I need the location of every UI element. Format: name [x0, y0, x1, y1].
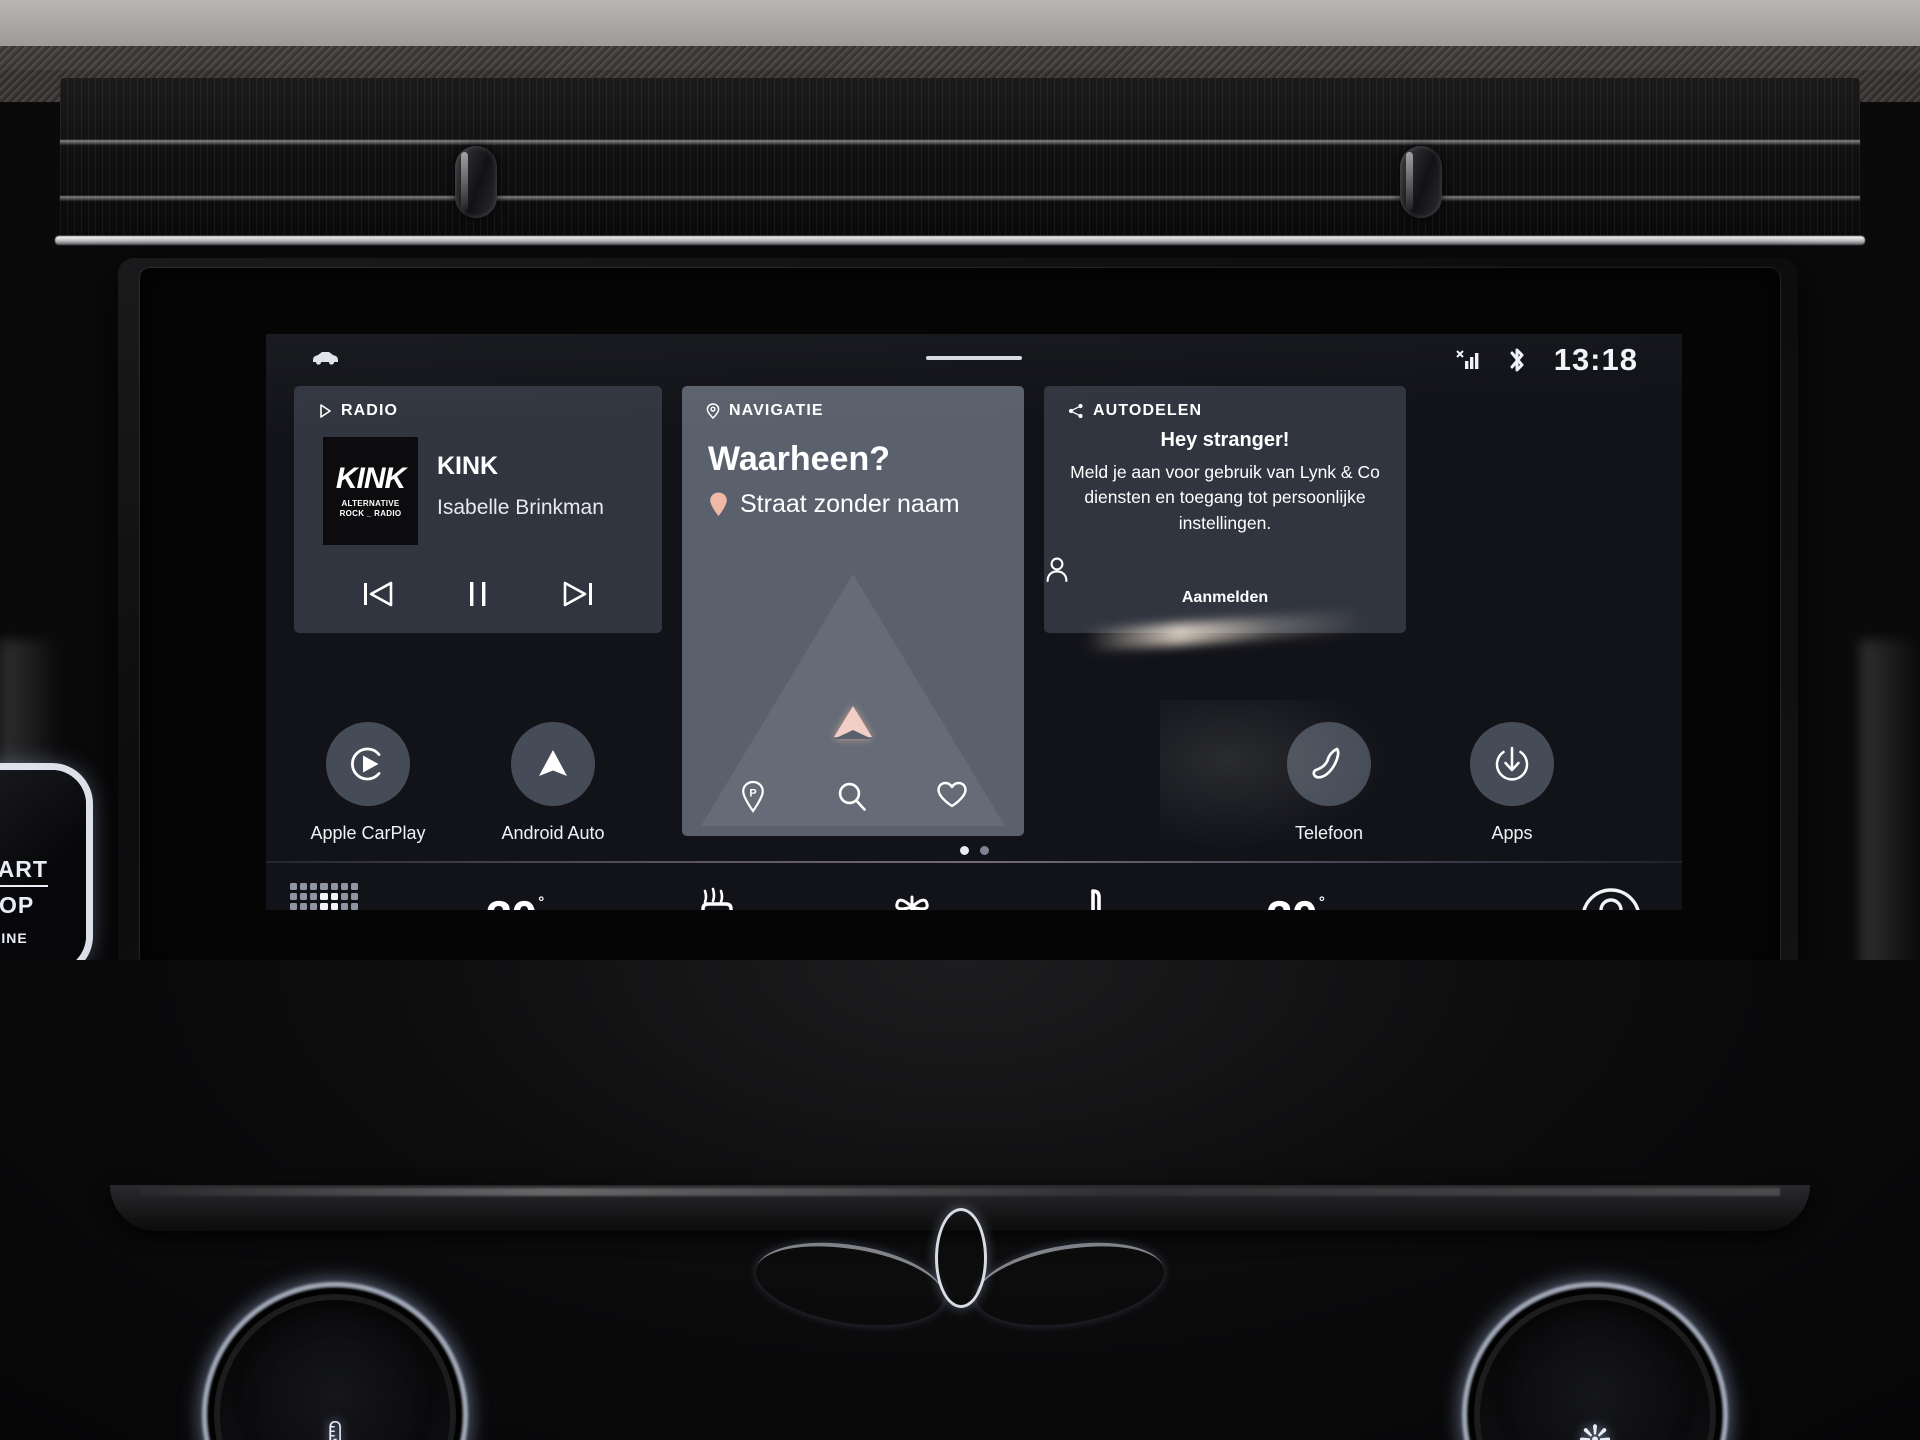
heated-seat-icon[interactable] — [687, 883, 747, 910]
fan-knob-right[interactable]: ❊ — [1480, 1300, 1710, 1440]
vent-bar-1 — [60, 140, 1860, 145]
person-icon — [1044, 556, 1406, 584]
vent-knob-left[interactable] — [455, 146, 497, 218]
android-auto-icon — [511, 722, 595, 806]
car-interior-scene: START STOP ENGINE — [0, 0, 1920, 1440]
album-art-subtitle-1: ALTERNATIVE — [341, 498, 400, 508]
search-icon[interactable] — [836, 780, 868, 814]
fan-blower-icon[interactable] — [879, 883, 945, 910]
carshare-card-header: AUTODELEN — [1068, 402, 1202, 420]
parking-pin-icon[interactable]: P — [738, 780, 768, 814]
status-indicators: 13:18 — [1454, 342, 1638, 378]
temperature-right-whole: 30 — [1267, 890, 1318, 911]
home-cards: RADIO KINK ALTERNATIVE ROCK _ RADIO KINK… — [266, 386, 1682, 836]
page-dot[interactable] — [979, 846, 989, 855]
vent-slats — [60, 78, 1860, 238]
radio-card[interactable]: RADIO KINK ALTERNATIVE ROCK _ RADIO KINK… — [294, 386, 662, 633]
status-bar: 13:18 — [266, 334, 1682, 384]
temperature-left-degree: ° — [538, 893, 544, 910]
carshare-card[interactable]: AUTODELEN Hey stranger! Meld je aan voor… — [1044, 386, 1406, 633]
navigation-title: Waarheen? — [708, 440, 891, 478]
album-art-subtitle-2: ROCK _ RADIO — [339, 508, 402, 518]
start-stop-engine-button[interactable]: START STOP ENGINE — [0, 770, 86, 970]
temperature-right-degree: ° — [1318, 893, 1325, 910]
carplay-icon — [326, 722, 410, 806]
center-emblem — [935, 1208, 987, 1308]
fan-icon: ❊ — [1480, 1418, 1710, 1440]
signal-bars-icon — [1454, 347, 1480, 373]
carshare-body: Meld je aan voor gebruik van Lynk & Co d… — [1070, 462, 1380, 533]
shortcut-telefoon[interactable]: Telefoon — [1254, 722, 1404, 844]
play-triangle-icon — [318, 404, 332, 418]
navigation-actions: P — [682, 780, 1024, 814]
shortcut-label: Telefoon — [1294, 823, 1364, 843]
shortcut-apps[interactable]: Apps — [1437, 722, 1587, 844]
app-grid-icon[interactable] — [290, 883, 358, 910]
temperature-left[interactable]: 30 ° .5 — [486, 890, 555, 911]
svg-text:P: P — [749, 788, 756, 800]
next-track-icon[interactable] — [561, 579, 595, 609]
carshare-headline: Hey stranger! — [1160, 429, 1290, 451]
infotainment-screen[interactable]: 13:18 RADIO KINK ALTERNATIVE ROCK _ RADI… — [266, 334, 1682, 910]
vent-knob-right[interactable] — [1400, 146, 1442, 218]
air-vent-assembly — [60, 78, 1860, 238]
climate-controls: 30 ° .5 — [486, 867, 1336, 910]
phone-icon — [1287, 722, 1371, 806]
climate-bar: 30 ° .5 — [266, 867, 1682, 910]
carshare-card-header-label: AUTODELEN — [1093, 402, 1203, 419]
stop-label: STOP — [0, 892, 35, 918]
engine-label: ENGINE — [0, 930, 28, 946]
drag-handle[interactable] — [926, 356, 1022, 360]
heart-icon[interactable] — [936, 780, 968, 814]
navigation-card-header-label: NAVIGATIE — [729, 402, 824, 419]
temperature-knob-left[interactable]: 🌡 SYNC — [220, 1300, 450, 1440]
vent-bar-2 — [60, 196, 1860, 201]
bluetooth-icon — [1506, 346, 1528, 374]
shortcut-android-auto[interactable]: Android Auto — [478, 722, 628, 844]
media-controls — [294, 579, 662, 609]
album-art: KINK ALTERNATIVE ROCK _ RADIO — [323, 437, 418, 545]
seat-right-control[interactable]: OFF — [1077, 883, 1135, 910]
user-profile-icon[interactable] — [1576, 883, 1646, 910]
navigation-card[interactable]: NAVIGATIE Waarheen? Straat zonder naam P — [682, 386, 1024, 836]
previous-track-icon[interactable] — [361, 579, 395, 609]
now-playing-artist: Isabelle Brinkman — [437, 496, 604, 519]
shortcut-label: Apps — [1491, 823, 1533, 843]
signin-button[interactable]: Aanmelden — [1044, 556, 1406, 607]
vent-chrome-trim — [55, 236, 1865, 245]
share-nodes-icon — [1068, 403, 1084, 419]
start-label: START — [0, 856, 48, 887]
location-pin-icon — [706, 403, 720, 419]
shortcut-label: Apple CarPlay — [310, 823, 426, 843]
clock: 13:18 — [1553, 342, 1638, 377]
signin-button-label: Aanmelden — [1181, 589, 1269, 606]
climate-divider — [266, 861, 1682, 863]
car-icon — [311, 350, 339, 365]
map-pin-icon — [708, 491, 729, 518]
radio-card-header-label: RADIO — [341, 402, 399, 419]
page-dot-active[interactable] — [959, 846, 969, 855]
navigation-destination-label: Straat zonder naam — [740, 490, 960, 518]
vehicle-position-arrow — [834, 706, 872, 739]
station-name: KINK — [437, 452, 499, 480]
page-indicator — [266, 846, 1682, 855]
shortcut-label: Android Auto — [501, 823, 605, 843]
radio-card-header: RADIO — [318, 402, 398, 420]
temperature-right[interactable]: 30 ° .5 — [1267, 890, 1336, 911]
album-art-title: KINK — [335, 461, 406, 495]
download-circle-icon — [1470, 722, 1554, 806]
shortcut-apple-carplay[interactable]: Apple CarPlay — [293, 722, 443, 844]
console-gloss — [140, 1188, 1780, 1196]
thermometer-icon: 🌡 — [220, 1418, 450, 1440]
pause-icon[interactable] — [465, 579, 491, 609]
temperature-left-whole: 30 — [486, 890, 537, 911]
navigation-destination[interactable]: Straat zonder naam — [708, 490, 960, 519]
navigation-card-header: NAVIGATIE — [706, 402, 824, 420]
